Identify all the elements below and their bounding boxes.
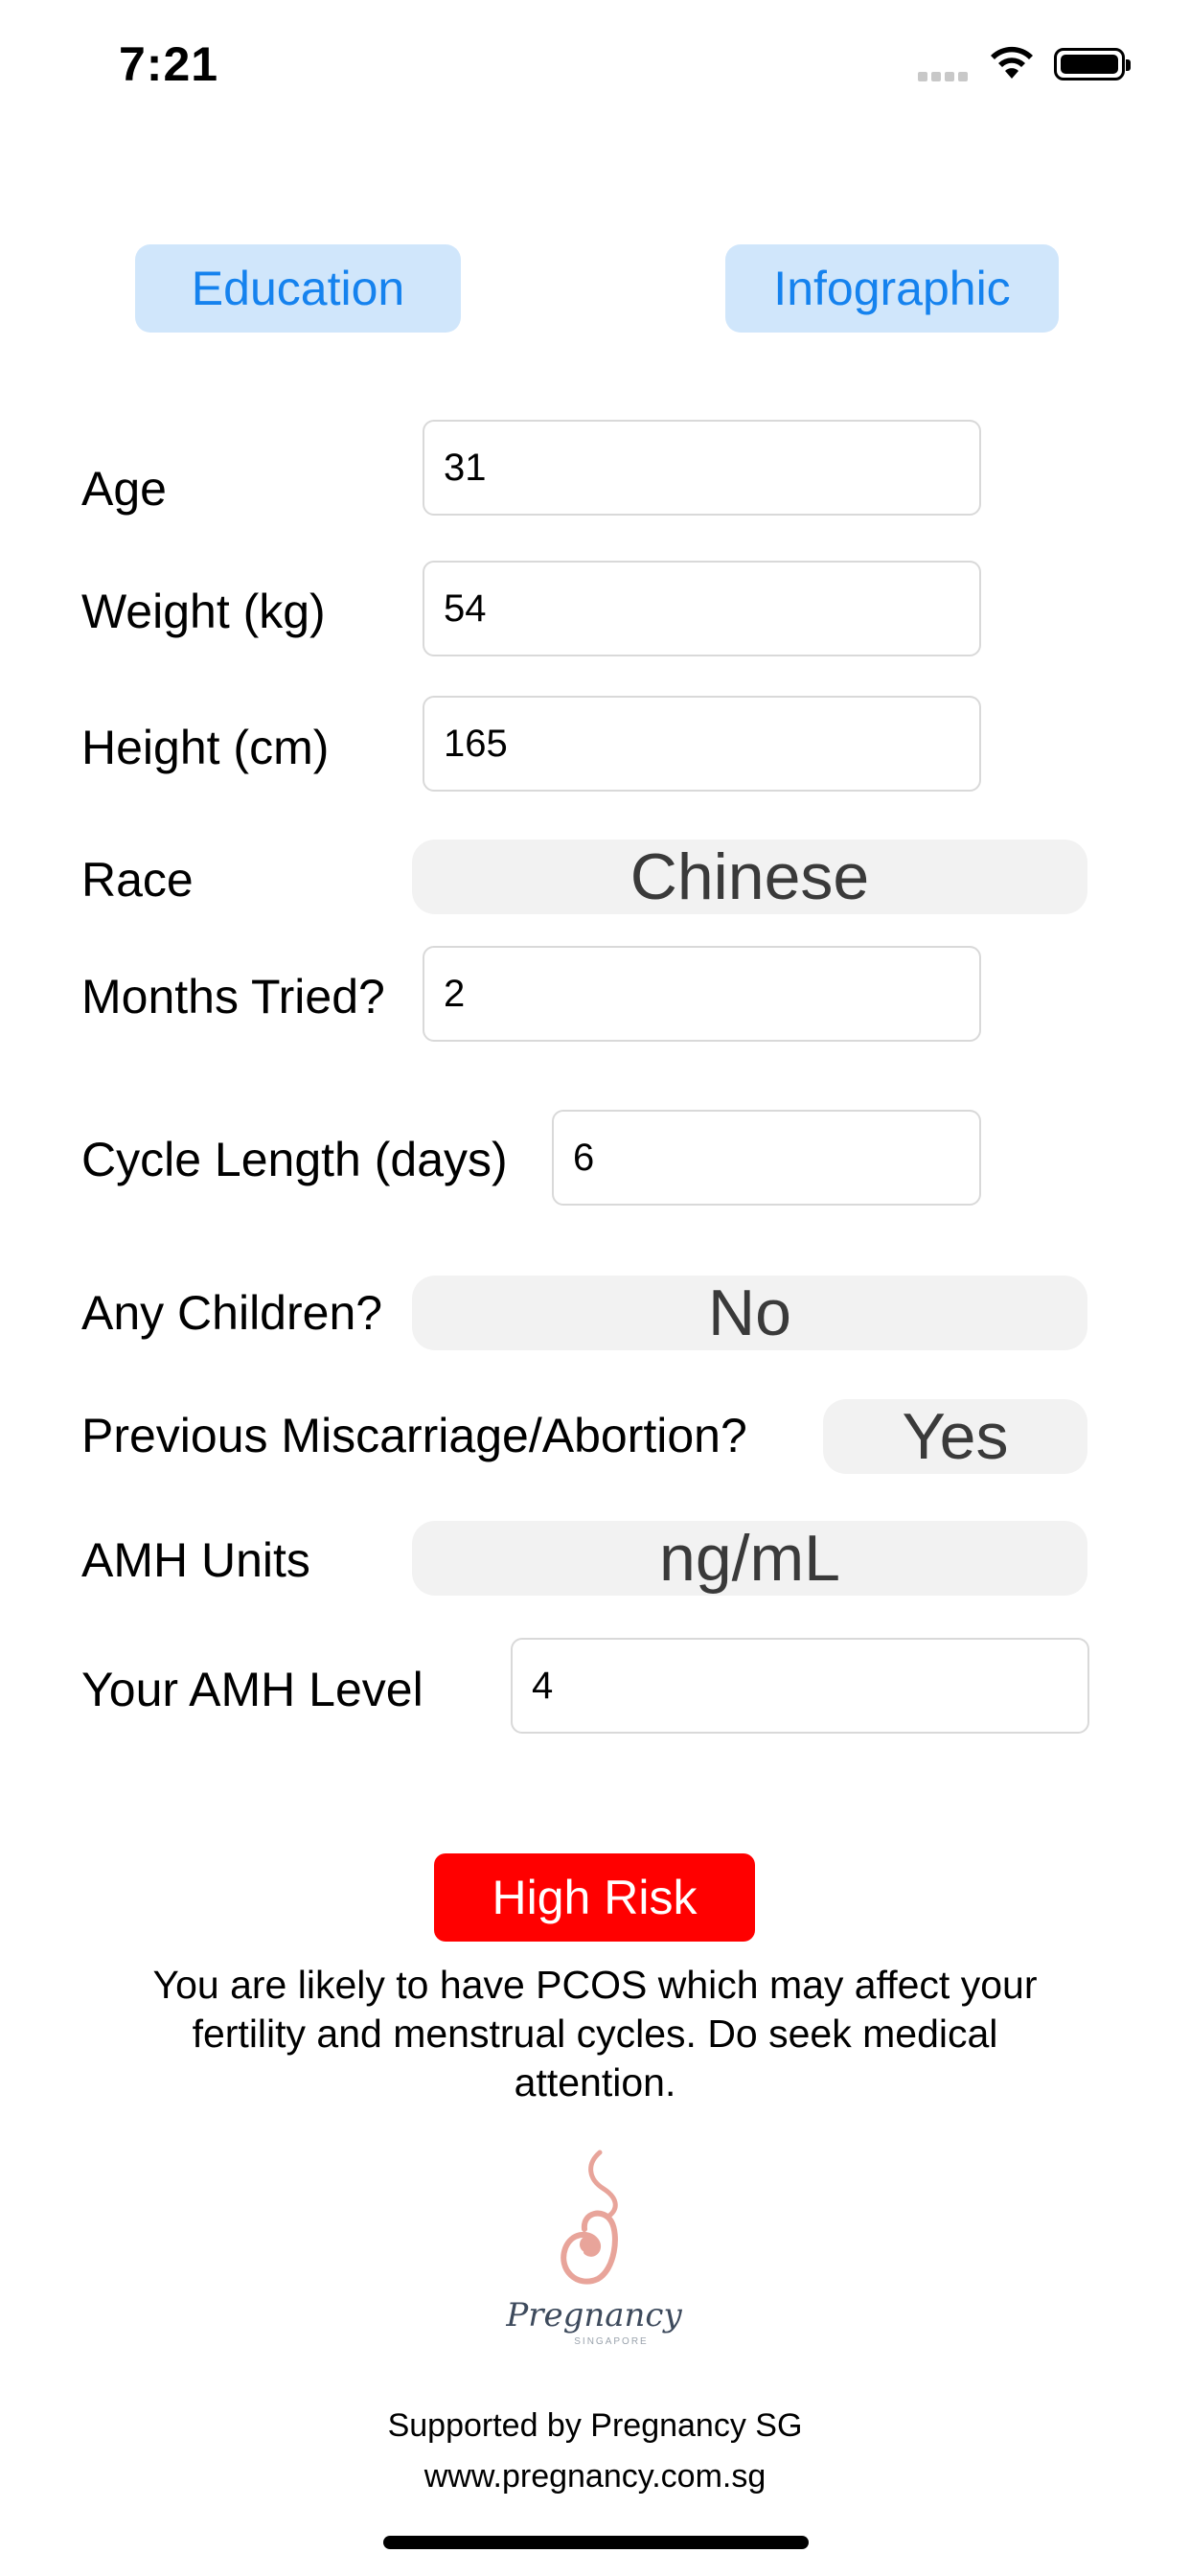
any-children-picker[interactable]: No [412,1276,1087,1350]
race-label: Race [81,853,194,907]
any-children-label: Any Children? [81,1286,383,1340]
infographic-button[interactable]: Infographic [725,244,1059,333]
miscarriage-label: Previous Miscarriage/Abortion? [81,1409,747,1462]
logo-text: Pregnancy [506,2296,682,2334]
cycle-length-field[interactable]: 6 [552,1110,981,1206]
result-message: You are likely to have PCOS which may af… [152,1963,1038,2104]
weight-field[interactable]: 54 [423,561,981,656]
supported-by-text: Supported by Pregnancy SG [387,2407,803,2444]
risk-result-button[interactable]: High Risk [434,1853,755,1942]
cycle-length-label: Cycle Length (days) [81,1133,508,1186]
pregnancy-logo-icon [561,2150,618,2285]
website-link[interactable]: www.pregnancy.com.sg [0,2458,1190,2496]
height-label: Height (cm) [81,721,330,774]
weight-label: Weight (kg) [81,585,326,638]
age-label: Age [81,462,167,516]
amh-level-label: Your AMH Level [81,1663,423,1716]
race-picker[interactable]: Chinese [412,840,1087,914]
battery-icon [1054,48,1131,80]
months-tried-label: Months Tried? [81,970,385,1024]
miscarriage-picker[interactable]: Yes [823,1399,1087,1474]
status-time: 7:21 [119,37,219,91]
age-field[interactable]: 31 [423,420,981,516]
education-button[interactable]: Education [135,244,461,333]
months-tried-field[interactable]: 2 [423,946,981,1042]
amh-units-label: AMH Units [81,1533,310,1587]
logo-subtext: SINGAPORE [574,2336,649,2347]
height-field[interactable]: 165 [423,696,981,792]
pregnancy-logo: Pregnancy SINGAPORE [506,2145,682,2356]
home-indicator[interactable] [383,2536,809,2549]
amh-level-field[interactable]: 4 [511,1638,1089,1734]
amh-units-picker[interactable]: ng/mL [412,1521,1087,1596]
cellular-signal-icon [918,69,972,86]
wifi-icon [991,46,1033,79]
